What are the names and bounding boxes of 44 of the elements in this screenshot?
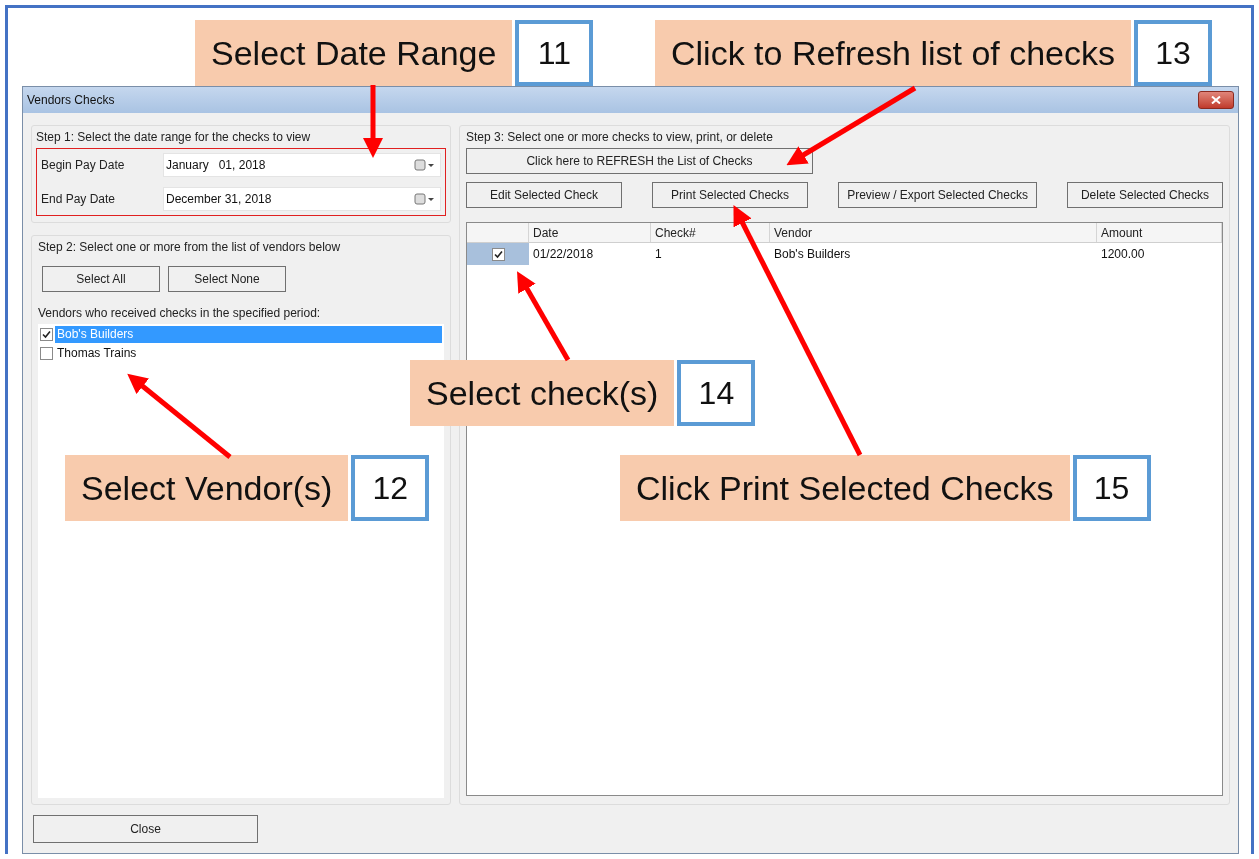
table-cell-text: 1200.00: [1100, 246, 1146, 263]
table-cell-text: Bob's Builders: [773, 246, 852, 263]
date-value: January 01, 2018: [166, 157, 266, 174]
group-label: Step 3: Select one or more checks to view, print, or delete: [466, 129, 774, 146]
column-header[interactable]: Date: [529, 223, 651, 242]
window-title: Vendors Checks: [27, 92, 115, 109]
callout-label: Select Date Range: [195, 20, 513, 86]
step-number: 14: [677, 360, 756, 426]
callout-label: Click Print Selected Checks: [620, 455, 1070, 521]
field-label: End Pay Date: [41, 191, 117, 208]
checkbox[interactable]: [40, 328, 53, 341]
select-button[interactable]: Select None: [168, 266, 286, 292]
action-button[interactable]: Delete Selected Checks: [1067, 182, 1223, 208]
callout-label: Select Vendor(s): [65, 455, 349, 521]
column-header[interactable]: Check#: [651, 223, 770, 242]
step-number: 11: [515, 20, 594, 86]
step-number: 13: [1134, 20, 1213, 86]
action-button[interactable]: Print Selected Checks: [652, 182, 809, 208]
list-label: Vendors who received checks in the specified period:: [38, 305, 322, 322]
date-picker[interactable]: December 31, 2018: [163, 187, 441, 211]
action-button[interactable]: Preview / Export Selected Checks: [838, 182, 1037, 208]
checkbox[interactable]: [40, 347, 53, 360]
table-cell-text: 01/22/2018: [532, 246, 595, 263]
calendar-dropdown-icon[interactable]: [414, 159, 436, 171]
refresh-button[interactable]: Click here to REFRESH the List of Checks: [466, 148, 813, 174]
select-button[interactable]: Select All: [42, 266, 160, 292]
group-label: Step 2: Select one or more from the list of vendors below: [38, 239, 342, 256]
column-header[interactable]: Amount: [1097, 223, 1222, 242]
step-number: 15: [1072, 455, 1151, 521]
date-value: December 31, 2018: [166, 191, 272, 208]
column-header[interactable]: Vendor: [770, 223, 1097, 242]
close-icon[interactable]: [1198, 91, 1234, 109]
vendor-item[interactable]: Thomas Trains: [55, 345, 442, 362]
action-button[interactable]: Edit Selected Check: [466, 182, 622, 208]
field-label: Begin Pay Date: [41, 157, 126, 174]
table-cell-text: 1: [654, 246, 663, 263]
callout-label: Click to Refresh list of checks: [655, 20, 1132, 86]
checkbox[interactable]: [491, 247, 505, 261]
calendar-dropdown-icon[interactable]: [414, 193, 436, 205]
callout-label: Select check(s): [410, 360, 675, 426]
close-button[interactable]: Close: [33, 815, 258, 843]
step-number: 12: [351, 455, 430, 521]
group-label: Step 1: Select the date range for the checks to view: [36, 129, 312, 146]
date-picker[interactable]: January 01, 2018: [163, 153, 441, 177]
